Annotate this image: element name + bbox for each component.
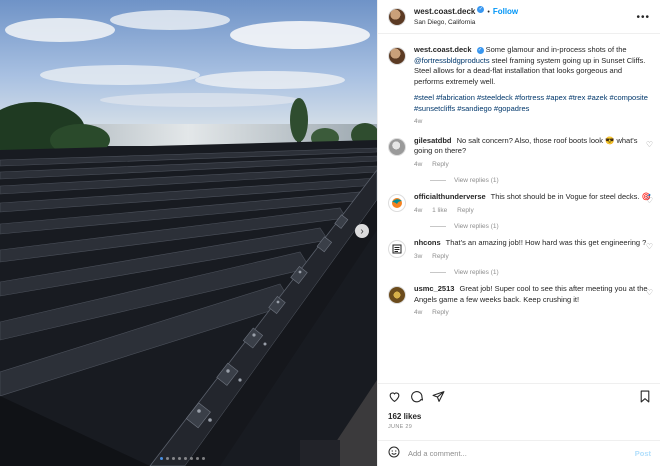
like-comment-heart-icon[interactable]: ♡ [646,288,653,297]
separator-dot: • [487,9,490,16]
post-comment-button[interactable]: Post [635,449,651,458]
document-logo-icon [392,244,402,254]
more-options-icon[interactable]: ••• [636,12,650,23]
add-comment-bar: Post [378,440,660,466]
comment-text: This shot should be in Vogue for steel d… [490,192,651,201]
caption-time: 4w [414,118,423,125]
header-text: west.coast.deck ✓ • Follow San Diego, Calif… [414,5,518,28]
reply-button[interactable]: Reply [432,253,449,260]
comment-item: nhcons That's an amazing job!! How hard … [378,238,660,262]
view-replies-button[interactable]: View replies (1) [430,269,660,276]
avatar[interactable] [388,194,406,212]
divider-line [430,180,446,181]
reply-button[interactable]: Reply [457,207,474,214]
caption-mention-link[interactable]: @fortressbldgproducts [414,56,490,65]
share-icon[interactable] [432,390,445,408]
avatar[interactable] [388,7,406,26]
post-date: JUNE 29 [388,424,413,430]
comment-meta: 4w 1 like Reply [414,206,651,217]
comment-body: usmc_2513 Great job! Super cool to see t… [414,284,651,319]
likes-count[interactable]: 162 likes [388,412,421,421]
instagram-post-view: › west.coast.deck ✓ • Follow San Diego, Cal… [0,0,660,466]
comment-meta: 3w Reply [414,252,651,263]
carousel-dot [178,457,181,460]
comment-time: 4w [414,206,423,214]
comment-body: nhcons That's an amazing job!! How hard … [414,238,651,262]
comment-item: usmc_2513 Great job! Super cool to see t… [378,284,660,319]
like-comment-heart-icon[interactable]: ♡ [646,140,653,149]
header-username[interactable]: west.coast.deck [414,7,475,16]
carousel-dot [160,457,163,460]
post-photo[interactable]: › [0,0,377,466]
comment-meta: 4w Reply [414,308,651,319]
comment-body: officialthunderverse This shot should be… [414,192,651,216]
comment-username[interactable]: gilesatdbd [414,136,452,145]
comment-username[interactable]: nhcons [414,238,441,247]
caption-meta: 4w [414,117,651,128]
add-comment-input[interactable] [408,449,608,458]
steel-deck-photo [0,0,377,466]
avatar[interactable] [388,47,406,65]
comments-list[interactable]: west.coast.deck ✓ Some glamour and in-pro… [378,36,660,381]
divider-line [430,226,446,227]
caption-body: west.coast.deck ✓ Some glamour and in-pro… [414,45,651,128]
view-replies-label: View replies (1) [454,223,499,230]
carousel-next-button[interactable]: › [355,224,369,238]
emoji-icon[interactable] [388,446,400,461]
carousel-dot [202,457,205,460]
carousel-dot [190,457,193,460]
follow-button[interactable]: Follow [493,7,518,16]
carousel-dots [160,457,205,460]
comment-item: officialthunderverse This shot should be… [378,192,660,216]
avatar[interactable] [388,240,406,258]
heart-icon[interactable] [388,390,401,408]
comment-username[interactable]: usmc_2513 [414,284,454,293]
comment-body: gilesatdbd No salt concern? Also, those … [414,136,651,171]
avatar[interactable] [388,286,406,304]
comment-text: That's an amazing job!! How hard was thi… [445,238,647,247]
avatar[interactable] [388,137,406,156]
caption-username[interactable]: west.coast.deck [414,45,472,54]
caption-text-before: Some glamour and in-process shots of the [485,45,627,54]
reply-button[interactable]: Reply [432,161,449,168]
post-action-bar [378,383,660,409]
comment-time: 4w [414,160,423,168]
like-comment-heart-icon[interactable]: ♡ [646,196,653,205]
location-link[interactable]: San Diego, California [414,18,518,28]
verified-icon: ✓ [477,6,485,14]
view-replies-button[interactable]: View replies (1) [430,177,660,184]
view-replies-label: View replies (1) [454,269,499,276]
comment-likes[interactable]: 1 like [432,207,447,214]
post-header: west.coast.deck ✓ • Follow San Diego, Calif… [378,0,660,34]
carousel-dot [166,457,169,460]
like-comment-heart-icon[interactable]: ♡ [646,242,653,251]
divider-line [430,272,446,273]
caption-hashtags[interactable]: #steel #fabrication #steeldeck #fortress… [414,93,651,114]
post-side-panel: west.coast.deck ✓ • Follow San Diego, Calif… [377,0,660,466]
carousel-dot [172,457,175,460]
caption: west.coast.deck ✓ Some glamour and in-pro… [378,45,660,128]
view-replies-label: View replies (1) [454,177,499,184]
comment-time: 3w [414,252,423,260]
reply-button[interactable]: Reply [432,309,449,316]
carousel-dot [196,457,199,460]
dolphin-logo-icon [392,198,402,208]
comment-meta: 4w Reply [414,160,651,171]
comment-time: 4w [414,309,423,316]
verified-icon: ✓ [476,46,484,54]
comment-icon[interactable] [410,390,423,408]
comment-username[interactable]: officialthunderverse [414,192,486,201]
bookmark-icon[interactable] [639,390,651,408]
comment-item: gilesatdbd No salt concern? Also, those … [378,136,660,171]
carousel-dot [184,457,187,460]
view-replies-button[interactable]: View replies (1) [430,223,660,230]
